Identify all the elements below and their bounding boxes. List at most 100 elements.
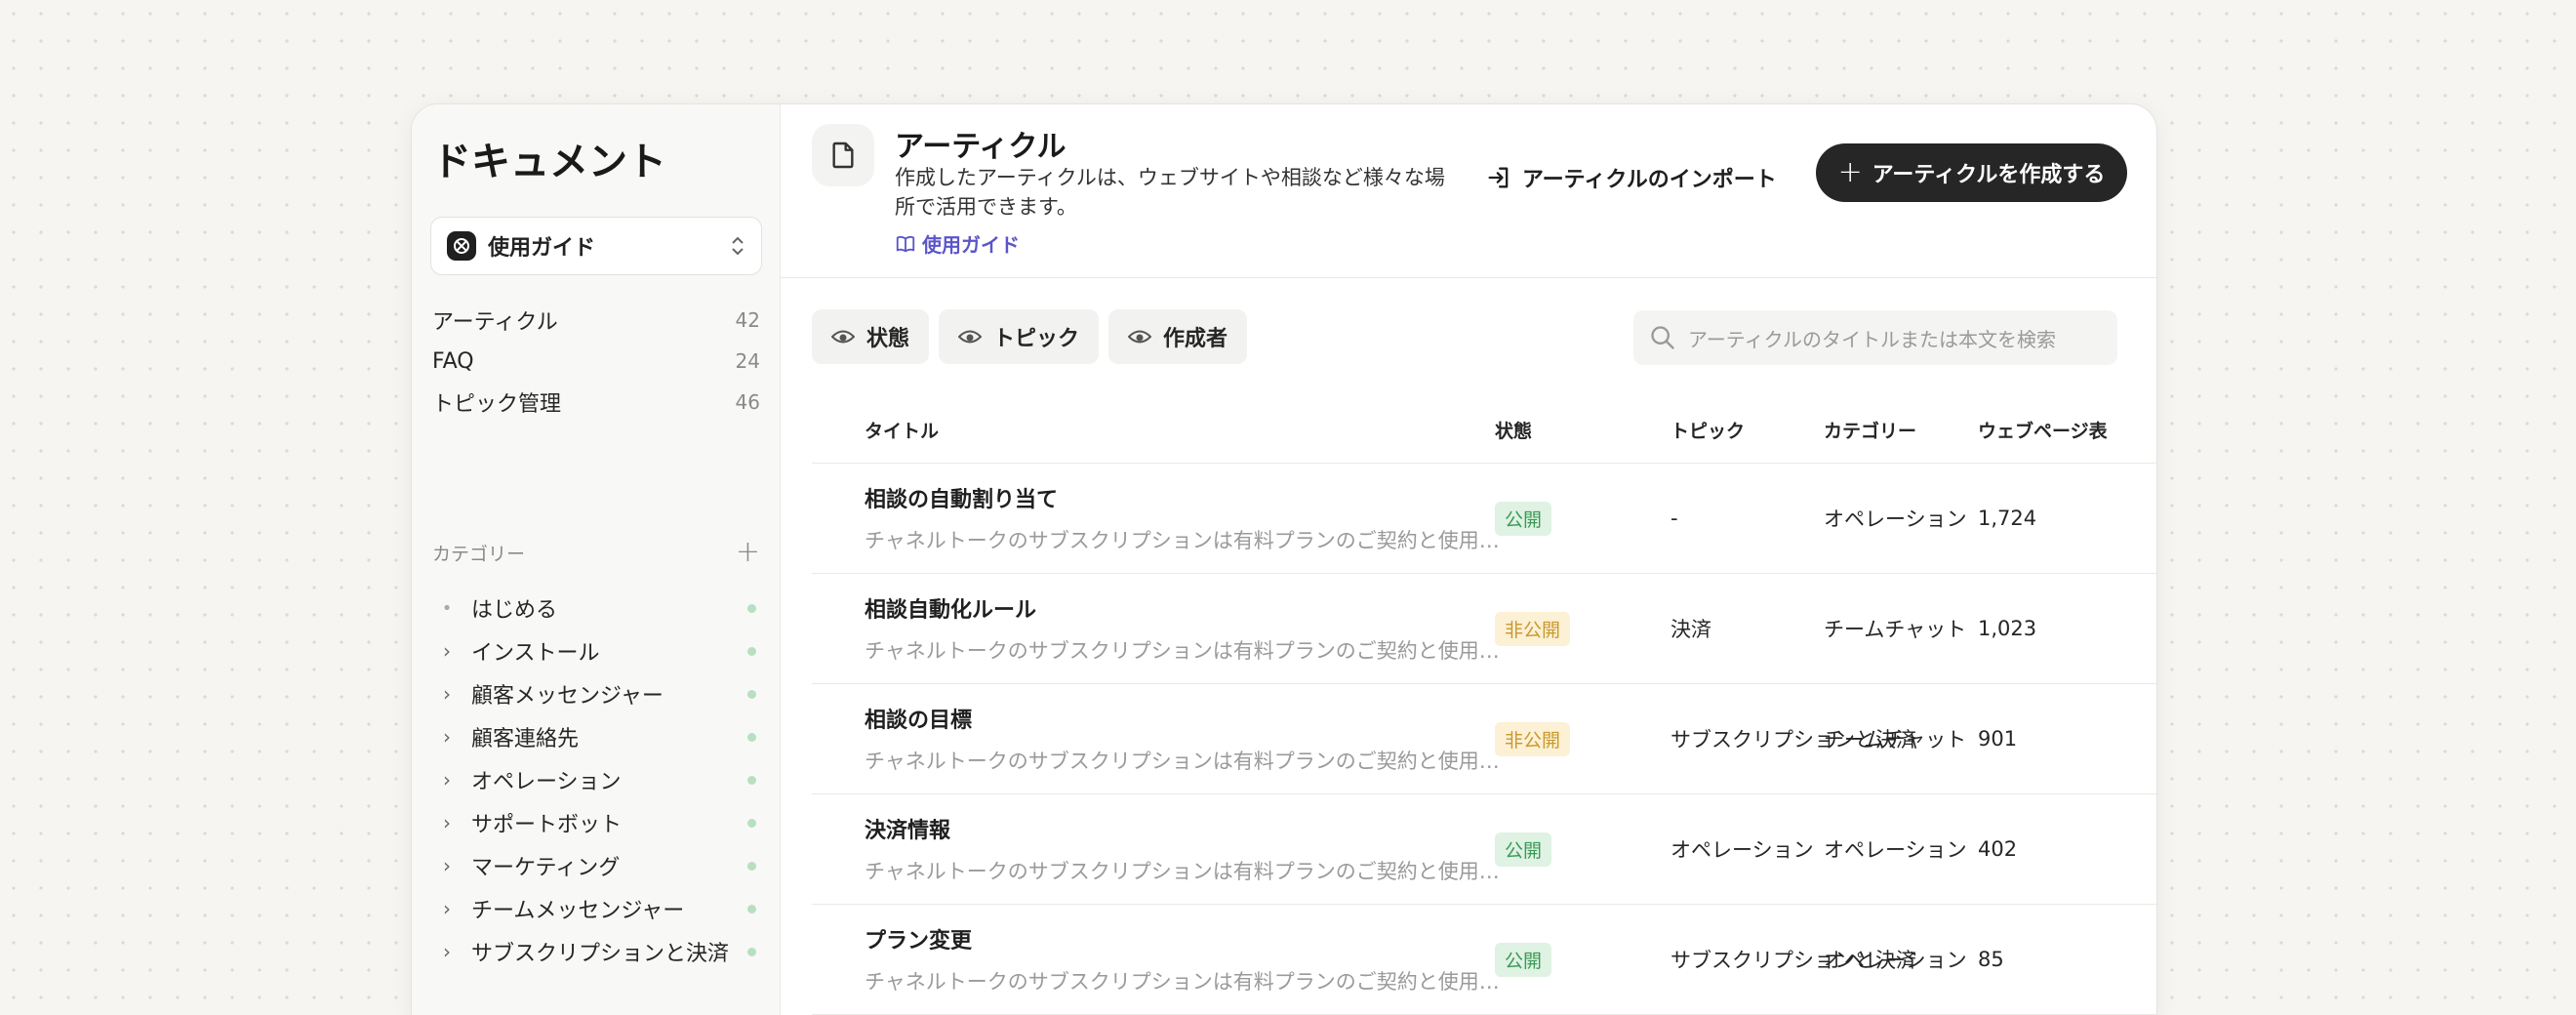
table-row[interactable]: 相談の自動割り当て チャネルトークのサブスクリプションは有料プランのご契約と使用… (812, 464, 2156, 574)
search-input[interactable]: アーティクルのタイトルまたは本文を検索 (1633, 310, 2117, 365)
sidebar-item-label: トピック管理 (432, 392, 562, 417)
article-title[interactable]: 相談の目標 (865, 703, 1485, 734)
status-badge: 公開 (1495, 501, 1552, 536)
status-dot (747, 904, 756, 914)
article-description: チャネルトークのサブスクリプションは有料プランのご契約と使用量に応じて (865, 639, 1509, 663)
article-category: チームチャット (1824, 728, 1967, 751)
article-description: チャネルトークのサブスクリプションは有料プランのご契約と使用量に応じて (865, 860, 1509, 883)
filter-author[interactable]: 作成者 (1108, 309, 1248, 364)
chevron-right-icon[interactable]: › (436, 854, 458, 877)
article-description: チャネルトークのサブスクリプションは有料プランのご契約と使用量に応じて (865, 529, 1509, 552)
eye-icon (1128, 330, 1152, 344)
article-title[interactable]: 相談自動化ルール (865, 592, 1485, 624)
search-placeholder: アーティクルのタイトルまたは本文を検索 (1688, 327, 2056, 351)
sidebar: ドキュメント 使用ガイド アーティクル 42 FAQ 24 トピック管理 46 (412, 104, 781, 1015)
create-label: アーティクルを作成する (1872, 163, 2106, 187)
articles-table: タイトル 状態 トピック カテゴリー ウェブページ表 相談の自動割り当て チャネ… (812, 397, 2156, 1015)
document-icon (812, 124, 874, 186)
article-category: オペレーション (1824, 949, 1967, 972)
column-header-category[interactable]: カテゴリー (1824, 417, 1978, 443)
category-name: 顧客メッセンジャー (471, 684, 664, 709)
sidebar-item-topics[interactable]: トピック管理 46 (432, 382, 760, 423)
category-item[interactable]: › 顧客メッセンジャー (432, 672, 760, 715)
status-badge: 公開 (1495, 832, 1552, 867)
category-item[interactable]: • はじめる (432, 587, 760, 629)
import-articles-button[interactable]: アーティクルのインポート (1485, 149, 1777, 206)
chevron-right-icon[interactable]: › (436, 940, 458, 963)
up-down-icon (730, 235, 745, 257)
filter-bar: 状態 トピック 作成者 (812, 309, 1248, 364)
category-item[interactable]: › サブスクリプションと決済 (432, 930, 760, 973)
filter-topic[interactable]: トピック (939, 309, 1100, 364)
filter-label: トピック (993, 327, 1080, 351)
status-dot (747, 603, 756, 613)
page-title: アーティクル (895, 130, 1067, 164)
app-window: ドキュメント 使用ガイド アーティクル 42 FAQ 24 トピック管理 46 (411, 103, 2157, 1015)
article-category: チームチャット (1824, 618, 1967, 641)
main-content: アーティクル 作成したアーティクルは、ウェブサイトや相談など様々な場所で活用でき… (781, 104, 2156, 1015)
column-header-status[interactable]: 状態 (1485, 417, 1670, 443)
category-item[interactable]: › 顧客連絡先 (432, 715, 760, 758)
table-row[interactable]: 相談の目標 チャネルトークのサブスクリプションは有料プランのご契約と使用量に応じ… (812, 684, 2156, 794)
article-topic: サブスクリプションと決済 (1670, 728, 1916, 751)
page-description: 作成したアーティクルは、ウェブサイトや相談など様々な場所で活用できます。 (895, 166, 1445, 219)
sidebar-item-count: 46 (735, 390, 760, 414)
article-category: オペレーション (1824, 838, 1967, 862)
column-header-webpage[interactable]: ウェブページ表 (1978, 417, 2156, 443)
table-row[interactable]: 相談自動化ルール チャネルトークのサブスクリプションは有料プランのご契約と使用量… (812, 574, 2156, 684)
filter-status[interactable]: 状態 (812, 309, 930, 364)
category-header: カテゴリー + (432, 538, 760, 567)
article-title[interactable]: 決済情報 (865, 813, 1485, 844)
category-item[interactable]: › オペレーション (432, 758, 760, 801)
column-header-topic[interactable]: トピック (1670, 417, 1824, 443)
table-row[interactable]: 決済情報 チャネルトークのサブスクリプションは有料プランのご契約と使用量に応じて… (812, 794, 2156, 905)
article-title[interactable]: プラン変更 (865, 923, 1485, 954)
category-item[interactable]: › マーケティング (432, 844, 760, 887)
guide-selector-label: 使用ガイド (488, 236, 596, 261)
category-item[interactable]: › チームメッセンジャー (432, 887, 760, 930)
status-badge: 公開 (1495, 942, 1552, 977)
chevron-right-icon[interactable]: › (436, 725, 458, 749)
guide-link-label: 使用ガイド (922, 233, 1020, 257)
chevron-right-icon[interactable]: › (436, 768, 458, 792)
sidebar-item-faq[interactable]: FAQ 24 (432, 341, 760, 382)
article-views: 901 (1978, 727, 2018, 751)
guide-selector[interactable]: 使用ガイド (430, 217, 762, 275)
status-dot (747, 775, 756, 785)
category-name: はじめる (471, 598, 558, 623)
category-name: インストール (471, 641, 600, 666)
chevron-right-icon[interactable]: › (436, 897, 458, 920)
sidebar-title: ドキュメント (432, 140, 666, 184)
bullet-icon: • (441, 597, 453, 619)
chevron-right-icon[interactable]: › (436, 682, 458, 706)
sidebar-item-count: 42 (735, 308, 760, 332)
add-category-icon[interactable]: + (736, 538, 760, 567)
article-title[interactable]: 相談の自動割り当て (865, 482, 1485, 513)
category-item[interactable]: › インストール (432, 629, 760, 672)
chevron-right-icon[interactable]: › (436, 811, 458, 834)
table-row[interactable]: プラン変更 チャネルトークのサブスクリプションは有料プランのご契約と使用量に応じ… (812, 905, 2156, 1015)
article-views: 85 (1978, 948, 2004, 971)
eye-icon (958, 330, 983, 344)
create-article-button[interactable]: + アーティクルを作成する (1816, 143, 2127, 202)
sidebar-item-label: FAQ (432, 348, 474, 374)
article-views: 1,023 (1978, 617, 2037, 640)
category-list: • はじめる › インストール › 顧客メッセンジャー › 顧客連絡先 › オペ… (432, 587, 760, 973)
category-item[interactable]: › サポートボット (432, 801, 760, 844)
plus-icon: + (1837, 155, 1863, 189)
status-dot (747, 689, 756, 699)
article-description: チャネルトークのサブスクリプションは有料プランのご契約と使用量に応じて (865, 970, 1509, 994)
article-topic: サブスクリプションと決済 (1670, 949, 1916, 972)
category-label: カテゴリー (432, 543, 526, 565)
filter-label: 状態 (866, 327, 910, 351)
column-header-title[interactable]: タイトル (812, 417, 1485, 443)
filter-label: 作成者 (1163, 327, 1228, 351)
chevron-right-icon[interactable]: › (436, 639, 458, 663)
guide-link[interactable]: 使用ガイド (895, 229, 1020, 258)
import-label: アーティクルのインポート (1522, 168, 1777, 192)
guide-logo-icon (447, 231, 476, 261)
import-icon (1488, 167, 1509, 188)
sidebar-item-articles[interactable]: アーティクル 42 (432, 300, 760, 341)
category-name: オペレーション (471, 770, 622, 794)
category-name: サブスクリプションと決済 (471, 942, 730, 966)
